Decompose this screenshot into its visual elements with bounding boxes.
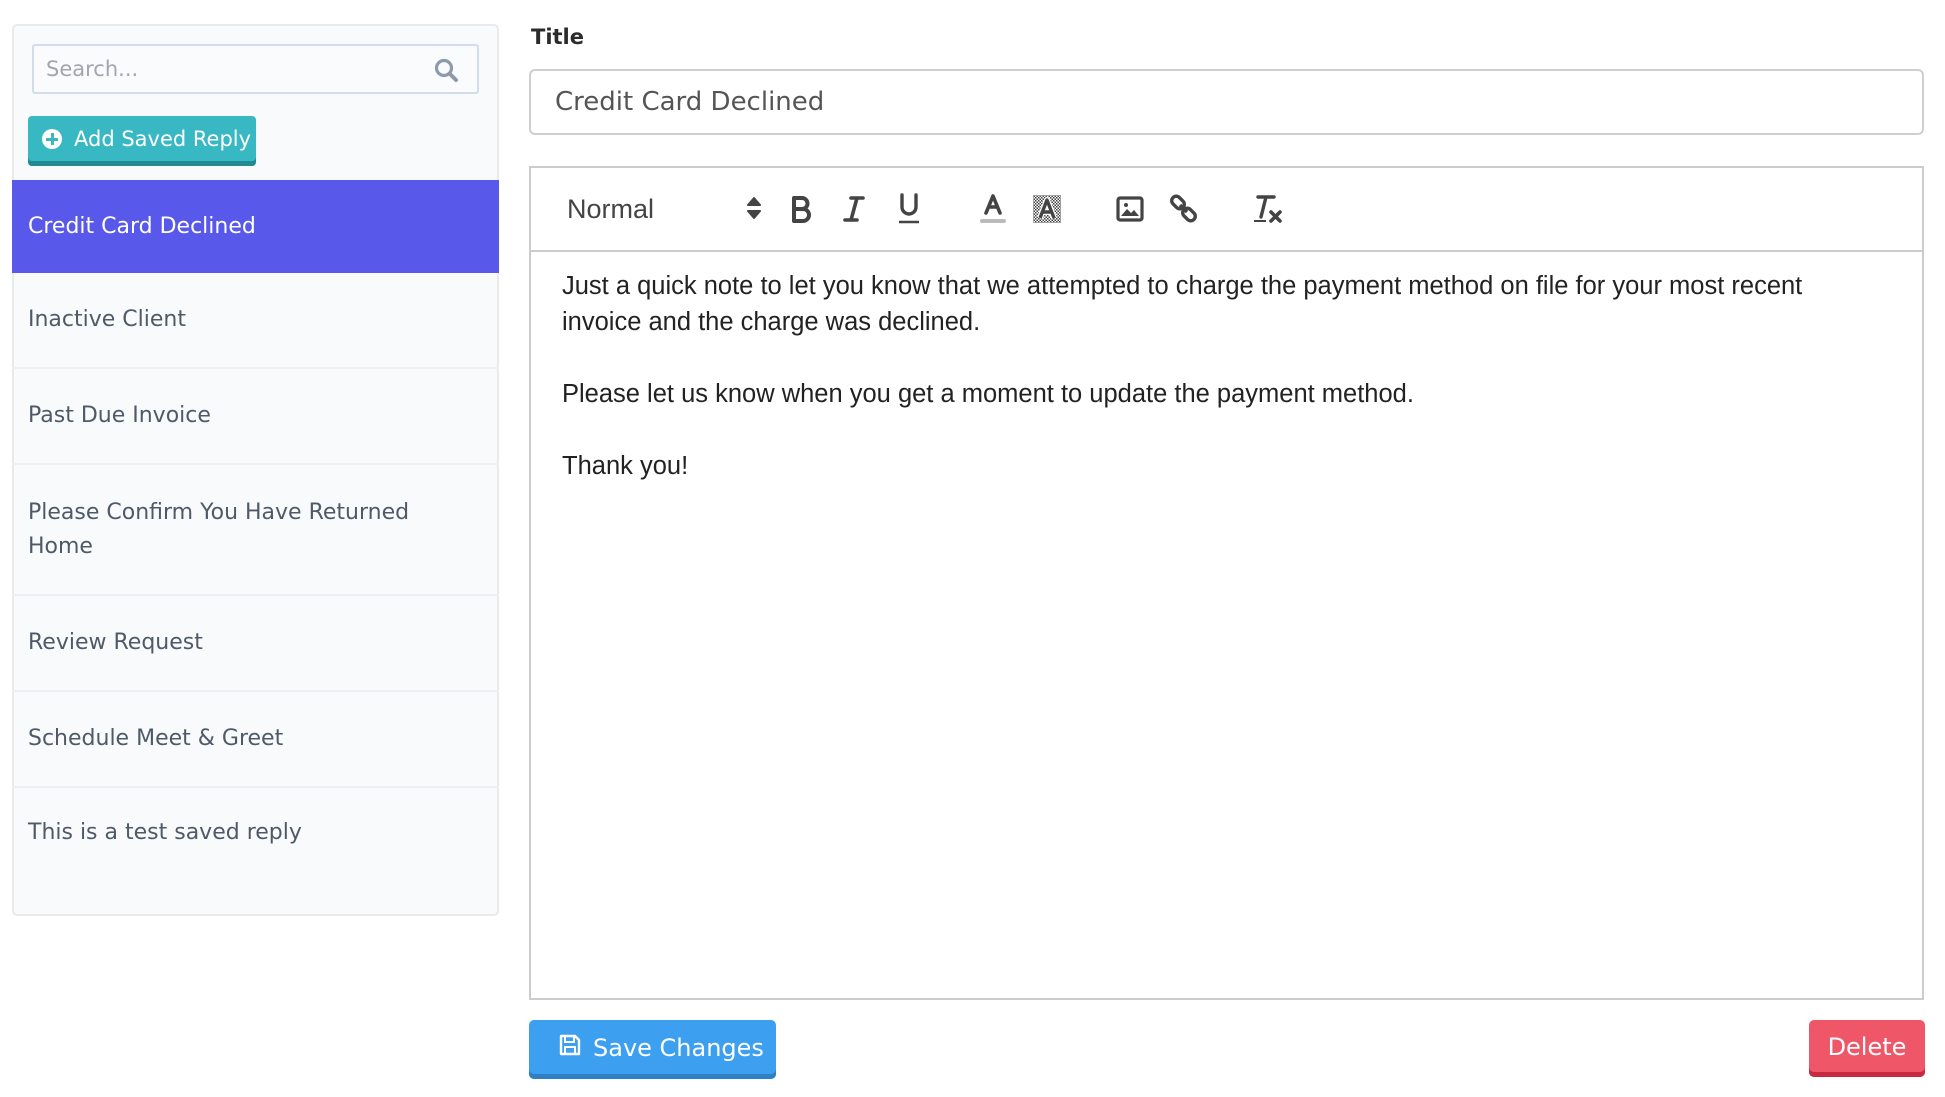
editor-blank-line xyxy=(562,412,1882,448)
image-button[interactable] xyxy=(1115,192,1145,226)
list-item-label: This is a test saved reply xyxy=(28,820,302,845)
list-item-label: Inactive Client xyxy=(28,307,186,332)
background-color-button[interactable] xyxy=(1032,192,1062,226)
bold-icon xyxy=(790,195,812,223)
list-item-label: Past Due Invoice xyxy=(28,403,211,428)
search-box[interactable] xyxy=(32,44,479,94)
italic-button[interactable] xyxy=(839,192,869,226)
list-item-past-due-invoice[interactable]: Past Due Invoice xyxy=(12,369,499,465)
list-item-label: Credit Card Declined xyxy=(28,213,256,239)
list-item-label: Review Request xyxy=(28,630,203,655)
header-format-value: Normal xyxy=(567,193,655,224)
image-icon xyxy=(1116,196,1144,222)
editor-content[interactable]: Just a quick note to let you know that w… xyxy=(562,268,1882,484)
clear-format-button[interactable] xyxy=(1253,192,1283,226)
clear-format-icon xyxy=(1252,193,1284,225)
rich-text-editor: Normal Just a quick note to let you know… xyxy=(529,166,1924,1000)
plus-circle-icon xyxy=(42,129,62,149)
list-item-review-request[interactable]: Review Request xyxy=(12,596,499,692)
list-item-schedule-meet-greet[interactable]: Schedule Meet & Greet xyxy=(12,692,499,788)
delete-label: Delete xyxy=(1827,1032,1907,1061)
delete-button[interactable]: Delete xyxy=(1809,1020,1925,1077)
bold-button[interactable] xyxy=(786,192,816,226)
list-item-test-saved-reply[interactable]: This is a test saved reply xyxy=(12,788,499,912)
font-color-icon xyxy=(979,193,1007,225)
saved-replies-list: Credit Card Declined Inactive Client Pas… xyxy=(12,180,499,912)
editor-toolbar: Normal xyxy=(531,168,1922,252)
add-saved-reply-button[interactable]: Add Saved Reply xyxy=(28,116,256,166)
list-item-credit-card-declined[interactable]: Credit Card Declined xyxy=(12,180,499,273)
link-icon xyxy=(1169,194,1199,224)
editor-paragraph: Thank you! xyxy=(562,452,689,480)
highlight-icon xyxy=(1032,194,1062,224)
header-format-select[interactable]: Normal xyxy=(567,190,761,228)
add-saved-reply-label: Add Saved Reply xyxy=(74,127,252,151)
editor-paragraph: Please let us know when you get a moment… xyxy=(562,380,1414,408)
link-button[interactable] xyxy=(1169,192,1199,226)
italic-icon xyxy=(843,195,865,223)
save-changes-label: Save Changes xyxy=(593,1033,764,1062)
list-item-inactive-client[interactable]: Inactive Client xyxy=(12,273,499,369)
search-icon[interactable] xyxy=(433,57,459,83)
editor-paragraph: Just a quick note to let you know that w… xyxy=(562,272,1803,336)
save-changes-button[interactable]: Save Changes xyxy=(529,1020,776,1079)
underline-button[interactable] xyxy=(894,192,924,226)
title-label: Title xyxy=(531,25,585,49)
title-field[interactable] xyxy=(529,69,1924,135)
text-color-button[interactable] xyxy=(978,192,1008,226)
underline-icon xyxy=(897,193,921,225)
list-item-label: Schedule Meet & Greet xyxy=(28,726,284,751)
save-icon xyxy=(559,1034,593,1062)
select-arrows-icon xyxy=(747,196,761,227)
title-input[interactable] xyxy=(555,71,1855,133)
list-item-please-confirm-returned-home[interactable]: Please Confirm You Have Returned Home xyxy=(12,465,499,596)
search-input[interactable] xyxy=(46,46,426,92)
list-item-label: Please Confirm You Have Returned Home xyxy=(28,499,410,559)
editor-blank-line xyxy=(562,340,1882,376)
